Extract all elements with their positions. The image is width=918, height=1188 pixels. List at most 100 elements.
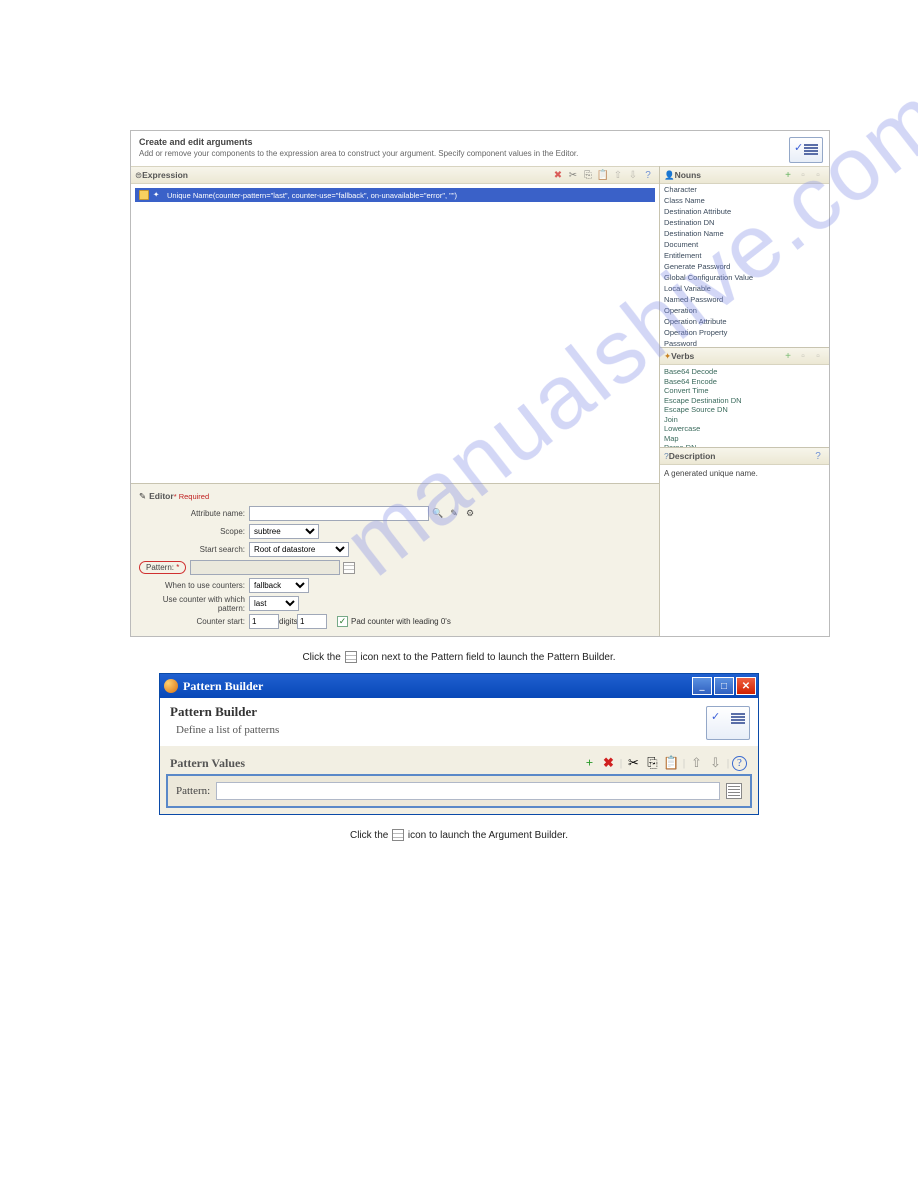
counter-start-input[interactable] — [249, 614, 279, 629]
pattern-row: Pattern: — [166, 774, 752, 808]
app-icon — [164, 679, 178, 693]
argument-builder-dialog: Create and edit arguments Add or remove … — [130, 130, 830, 637]
delete-icon[interactable]: ✖ — [551, 168, 565, 182]
pattern-values-header: Pattern Values +✖ | ✂ ⎘ 📋 | ⇧ ⇩ | ? — [166, 752, 752, 774]
verbs-list[interactable]: Base64 DecodeBase64 EncodeConvert TimeEs… — [660, 365, 829, 447]
cut-icon[interactable]: ✂ — [566, 168, 580, 182]
pattern-builder-icon[interactable] — [342, 561, 356, 575]
required-label: * Required — [174, 492, 209, 501]
instruction-text-1: Click the icon next to the Pattern field… — [130, 651, 788, 665]
expression-area[interactable]: ✦ Unique Name(counter-pattern="last", co… — [131, 184, 659, 483]
browse-icon[interactable]: 🔍 — [431, 507, 445, 521]
verb-item[interactable]: Escape Destination DN — [664, 396, 825, 406]
noun-item[interactable]: Operation — [660, 305, 829, 316]
noun-item[interactable]: Generate Password — [660, 261, 829, 272]
paste-icon[interactable]: 📋 — [596, 168, 610, 182]
dialog-subtitle: Add or remove your components to the exp… — [139, 149, 821, 158]
digits-input[interactable] — [297, 614, 327, 629]
noun-item[interactable]: Document — [660, 239, 829, 250]
delete-icon[interactable]: ✖ — [600, 755, 617, 772]
noun-item[interactable]: Class Name — [660, 195, 829, 206]
verb-item[interactable]: Base64 Encode — [664, 377, 825, 387]
pencil-icon: ✎ — [139, 491, 146, 502]
edit-icon[interactable]: ✎ — [447, 507, 461, 521]
add-noun-icon[interactable]: + — [781, 168, 795, 182]
grid-icon — [392, 829, 404, 841]
noun-item[interactable]: Destination Attribute — [660, 206, 829, 217]
move-up-icon[interactable]: ⇧ — [611, 168, 625, 182]
noun-item[interactable]: Operation Attribute — [660, 316, 829, 327]
close-button[interactable]: ✕ — [736, 677, 756, 695]
expression-icon: ⊜ — [135, 170, 142, 181]
cut-icon[interactable]: ✂ — [625, 755, 642, 772]
noun-item[interactable]: Entitlement — [660, 250, 829, 261]
noun-item[interactable]: Destination Name — [660, 228, 829, 239]
checklist-icon — [706, 706, 750, 740]
argument-builder-icon[interactable] — [726, 783, 742, 799]
window-titlebar: Pattern Builder _ □ ✕ — [160, 674, 758, 698]
noun-item[interactable]: Global Configuration Value — [660, 272, 829, 283]
dialog-header: Pattern Builder Define a list of pattern… — [160, 698, 758, 746]
pad-checkbox[interactable]: ✓ — [337, 616, 348, 627]
pattern-highlight-oval: Pattern: — [139, 561, 186, 574]
attribute-name-input[interactable] — [249, 506, 429, 521]
verb-item[interactable]: Base64 Decode — [664, 367, 825, 377]
verb-item[interactable]: Convert Time — [664, 386, 825, 396]
editor-panel: ✎ Editor * Required Attribute name: 🔍 ✎ … — [131, 483, 659, 636]
var-icon[interactable]: ⚙ — [463, 507, 477, 521]
description-text: A generated unique name. — [660, 465, 829, 636]
add-verb-icon[interactable]: + — [781, 349, 795, 363]
nouns-list[interactable]: CharacterClass NameDestination Attribute… — [660, 184, 829, 347]
noun-item[interactable]: Named Password — [660, 294, 829, 305]
help-icon[interactable]: ▫ — [811, 349, 825, 363]
noun-item[interactable]: Operation Property — [660, 327, 829, 338]
minimize-button[interactable]: _ — [692, 677, 712, 695]
description-label: Description — [669, 451, 716, 461]
verb-item[interactable]: Map — [664, 434, 825, 444]
help-icon[interactable]: ▫ — [811, 168, 825, 182]
pattern-input[interactable] — [190, 560, 340, 575]
verb-item[interactable]: Escape Source DN — [664, 405, 825, 415]
editor-label: Editor — [149, 491, 174, 501]
noun-item[interactable]: Destination DN — [660, 217, 829, 228]
attribute-name-label: Attribute name: — [139, 509, 249, 518]
scope-label: Scope: — [139, 527, 249, 536]
move-down-icon[interactable]: ⇩ — [626, 168, 640, 182]
help-icon[interactable]: ? — [811, 449, 825, 463]
verb-item[interactable]: Join — [664, 415, 825, 425]
help-icon[interactable]: ? — [732, 756, 747, 771]
window-title: Pattern Builder — [183, 679, 263, 694]
collapse-icon[interactable]: ▫ — [796, 349, 810, 363]
verb-item[interactable]: Lowercase — [664, 424, 825, 434]
pattern-label: Pattern: — [146, 563, 179, 572]
expression-label: Expression — [142, 170, 188, 180]
maximize-button[interactable]: □ — [714, 677, 734, 695]
counter-start-label: Counter start: — [139, 617, 249, 626]
grid-icon — [345, 651, 357, 663]
checklist-icon — [789, 137, 823, 163]
nouns-panel-header: 👤 Nouns + ▫ ▫ — [660, 166, 829, 184]
scope-select[interactable]: subtree — [249, 524, 319, 539]
start-search-select[interactable]: Root of datastore — [249, 542, 349, 557]
copy-icon[interactable]: ⎘ — [644, 755, 661, 772]
paste-icon[interactable]: 📋 — [663, 755, 680, 772]
nouns-label: Nouns — [675, 170, 701, 180]
add-icon[interactable]: + — [581, 755, 598, 772]
dialog-title: Create and edit arguments — [139, 137, 821, 147]
expression-token[interactable]: ✦ Unique Name(counter-pattern="last", co… — [135, 188, 655, 202]
when-counters-label: When to use counters: — [139, 581, 249, 590]
collapse-icon[interactable]: ▫ — [796, 168, 810, 182]
move-down-icon[interactable]: ⇩ — [707, 755, 724, 772]
counter-pattern-select[interactable]: last — [249, 596, 299, 611]
instruction-text-2: Click the icon to launch the Argument Bu… — [130, 829, 788, 843]
pattern-label: Pattern: — [176, 785, 210, 797]
noun-item[interactable]: Password — [660, 338, 829, 347]
help-icon[interactable]: ? — [641, 168, 655, 182]
move-up-icon[interactable]: ⇧ — [688, 755, 705, 772]
copy-icon[interactable]: ⎘ — [581, 168, 595, 182]
when-counters-select[interactable]: fallback — [249, 578, 309, 593]
noun-item[interactable]: Local Variable — [660, 283, 829, 294]
pad-label: Pad counter with leading 0's — [351, 617, 451, 626]
noun-item[interactable]: Character — [660, 184, 829, 195]
pattern-input[interactable] — [216, 782, 720, 800]
